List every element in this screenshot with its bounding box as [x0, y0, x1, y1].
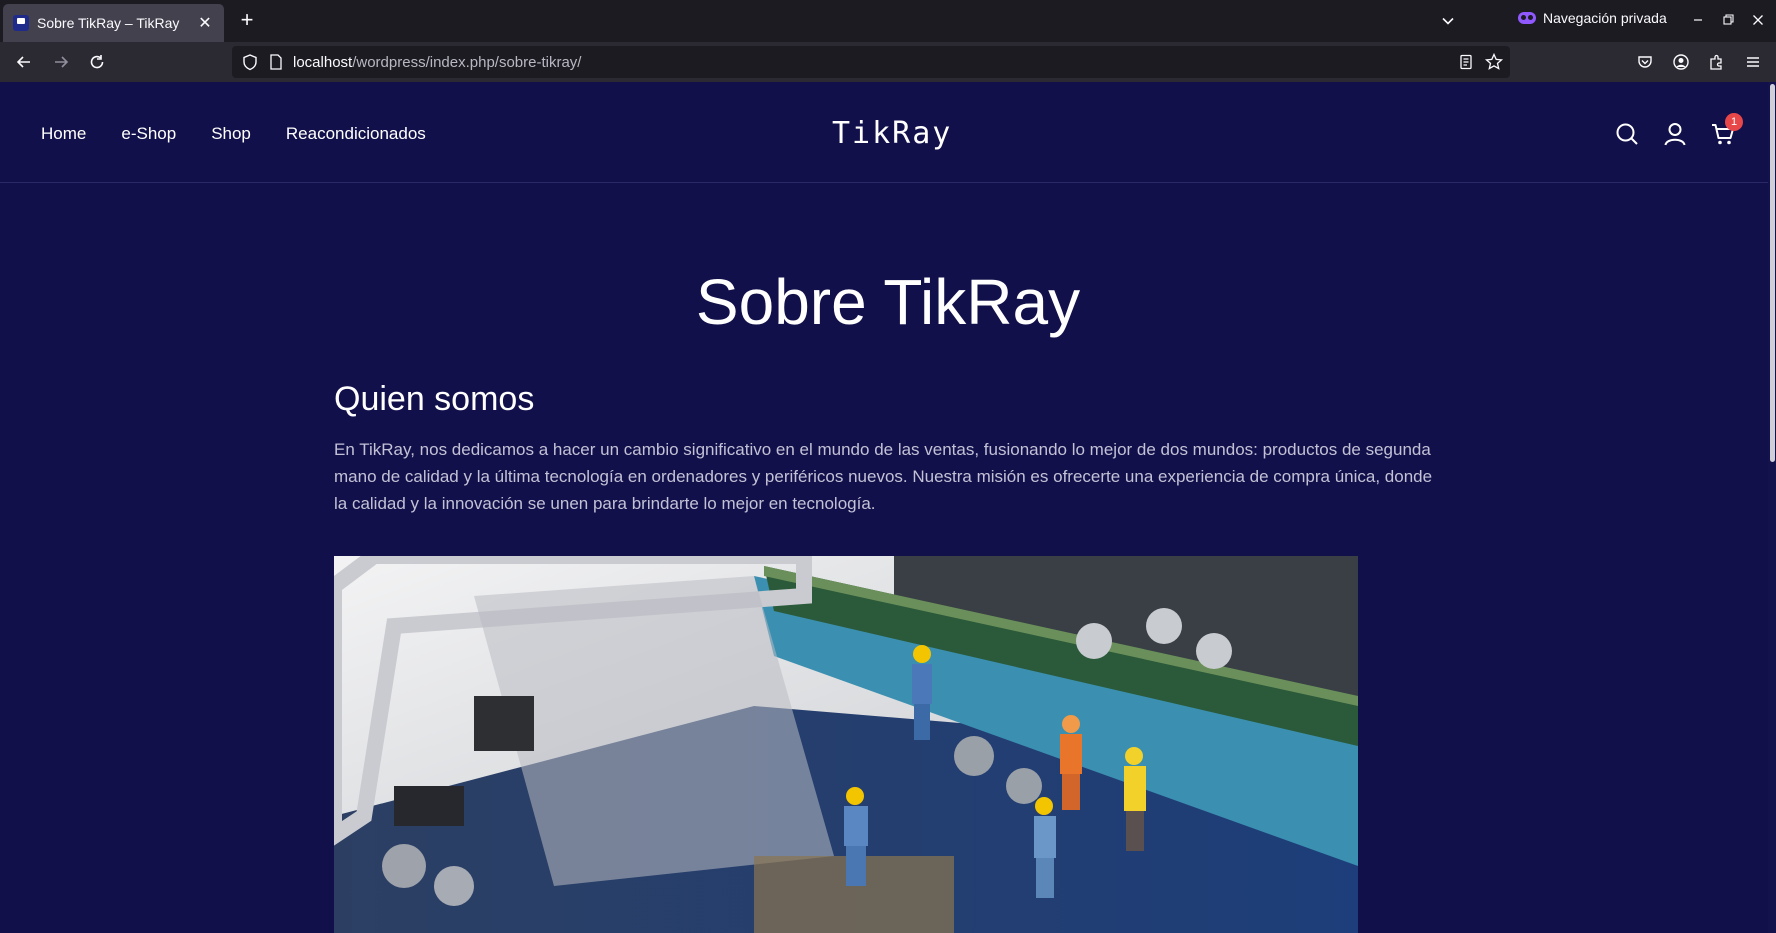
tab-close-icon[interactable]: ✕: [196, 13, 214, 33]
primary-menu: Home e-Shop Shop Reacondicionados: [41, 124, 461, 144]
menu-item-home[interactable]: Home: [41, 124, 86, 144]
site-header: Home e-Shop Shop Reacondicionados TikRay…: [0, 82, 1776, 183]
page-title: Sobre TikRay: [695, 266, 1081, 338]
tab-list-chevron-icon[interactable]: [1438, 11, 1458, 31]
menu-item-reacondicionados[interactable]: Reacondicionados: [286, 124, 426, 144]
forward-arrow-icon[interactable]: [50, 51, 72, 73]
browser-tab-active[interactable]: Sobre TikRay – TikRay ✕: [3, 4, 224, 42]
tracking-shield-icon[interactable]: [240, 52, 260, 77]
section-heading: Quien somos: [334, 380, 535, 418]
reader-view-icon[interactable]: [1457, 53, 1475, 76]
page-info-icon[interactable]: [267, 53, 285, 76]
search-icon[interactable]: [1614, 121, 1640, 147]
minimize-window-button[interactable]: [1688, 10, 1708, 30]
hamburger-menu-icon[interactable]: [1742, 51, 1764, 73]
private-mask-icon: [1518, 12, 1536, 24]
back-arrow-icon[interactable]: [13, 51, 35, 73]
hero-image-motherboard-workers: [334, 556, 1358, 933]
menu-item-shop[interactable]: Shop: [211, 124, 251, 144]
browser-toolbar: localhost/wordpress/index.php/sobre-tikr…: [0, 42, 1776, 82]
url-text[interactable]: localhost/wordpress/index.php/sobre-tikr…: [293, 54, 581, 71]
site-favicon-icon: [13, 15, 29, 31]
private-browsing-label: Navegación privada: [1543, 10, 1667, 26]
address-bar[interactable]: localhost/wordpress/index.php/sobre-tikr…: [232, 46, 1510, 78]
menu-item-e-shop[interactable]: e-Shop: [121, 124, 176, 144]
tab-title: Sobre TikRay – TikRay: [37, 15, 180, 31]
close-window-button[interactable]: [1748, 10, 1768, 30]
cart-count-badge: 1: [1725, 113, 1743, 131]
reload-icon[interactable]: [86, 51, 108, 73]
new-tab-button[interactable]: +: [235, 9, 259, 33]
pocket-icon[interactable]: [1634, 51, 1656, 73]
account-icon[interactable]: [1670, 51, 1692, 73]
page-scrollbar-thumb[interactable]: [1770, 84, 1775, 462]
private-browsing-indicator: Navegación privada: [1518, 10, 1667, 26]
restore-window-button[interactable]: [1718, 10, 1738, 30]
extensions-puzzle-icon[interactable]: [1706, 51, 1728, 73]
intro-paragraph: En TikRay, nos dedicamos a hacer un camb…: [334, 440, 1433, 513]
bookmark-star-icon[interactable]: [1484, 52, 1504, 77]
site-logo[interactable]: TikRay: [832, 116, 952, 151]
browser-tab-strip: Sobre TikRay – TikRay ✕ + Navegación pri…: [0, 0, 1776, 42]
user-account-icon[interactable]: [1662, 121, 1688, 147]
